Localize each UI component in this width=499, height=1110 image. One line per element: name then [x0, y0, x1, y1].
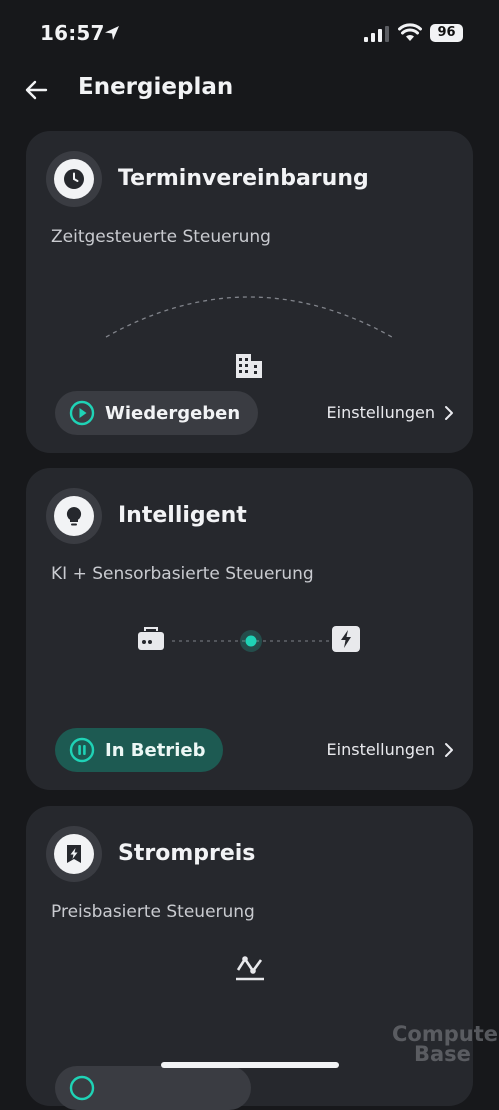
watermark-logo: Computer Base: [392, 1022, 499, 1066]
card-subtitle: Preisbasierte Steuerung: [51, 902, 255, 922]
location-arrow-icon: [105, 26, 119, 40]
battery-bolt-icon: [332, 626, 360, 652]
page-title: Energieplan: [78, 74, 234, 100]
card-title: Terminvereinbarung: [118, 166, 369, 191]
card-subtitle: KI + Sensorbasierte Steuerung: [51, 564, 314, 584]
schedule-arc: [105, 296, 393, 338]
pause-button[interactable]: In Betrieb: [55, 728, 224, 772]
signal-icon: [364, 26, 389, 42]
chevron-right-icon: [445, 742, 453, 757]
price-chart-icon: [236, 956, 264, 981]
header: Energieplan: [0, 66, 499, 116]
battery-indicator: 96: [430, 24, 463, 42]
price-bolt-icon: [54, 834, 94, 874]
settings-link[interactable]: Einstellungen: [327, 403, 455, 422]
card-title: Strompreis: [118, 841, 256, 866]
back-arrow-icon[interactable]: [22, 76, 50, 104]
settings-link[interactable]: Einstellungen: [327, 740, 455, 759]
card-title: Intelligent: [118, 503, 247, 528]
energy-flow-line: [172, 630, 352, 652]
lightbulb-icon: [54, 496, 94, 536]
play-button-label: Wiedergeben: [105, 402, 241, 424]
price-action-button[interactable]: [55, 1066, 251, 1110]
play-icon: [69, 1075, 95, 1101]
clock-icon: [54, 159, 94, 199]
intelligent-card[interactable]: Intelligent KI + Sensorbasierte Steuerun…: [26, 468, 473, 790]
status-bar: 16:57 96: [0, 0, 499, 66]
play-button[interactable]: Wiedergeben: [55, 391, 259, 435]
chevron-right-icon: [445, 405, 453, 420]
card-icon-ring: [46, 151, 102, 207]
schedule-card[interactable]: Terminvereinbarung Zeitgesteuerte Steuer…: [26, 131, 473, 453]
home-indicator[interactable]: [161, 1062, 339, 1068]
card-icon-ring: [46, 488, 102, 544]
wifi-icon: [398, 23, 422, 41]
watermark-line-2: Base: [414, 1042, 471, 1066]
card-subtitle: Zeitgesteuerte Steuerung: [51, 227, 271, 247]
router-icon: [138, 627, 164, 650]
card-icon-ring: [46, 826, 102, 882]
status-time: 16:57: [40, 21, 105, 45]
settings-label: Einstellungen: [326, 740, 435, 759]
settings-label: Einstellungen: [326, 403, 435, 422]
pause-icon: [69, 737, 95, 763]
pause-button-label: In Betrieb: [105, 739, 206, 761]
play-icon: [69, 400, 95, 426]
building-icon: [236, 354, 262, 378]
watermark-line-1: Computer: [392, 1022, 499, 1046]
